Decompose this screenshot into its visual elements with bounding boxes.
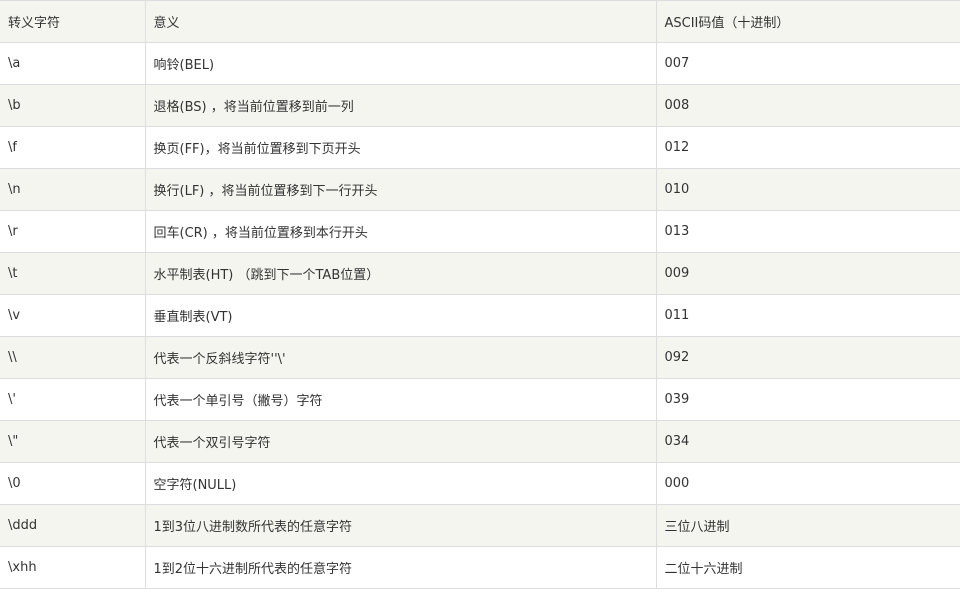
table-row: \' 代表一个单引号（撇号）字符 039 — [0, 378, 960, 421]
cell-escape-char: \n — [0, 168, 146, 211]
cell-escape-char: \" — [0, 420, 146, 463]
cell-ascii-value: 008 — [655, 84, 960, 127]
cell-escape-char: \t — [0, 252, 146, 295]
cell-meaning: 代表一个双引号字符 — [144, 420, 657, 463]
cell-meaning: 退格(BS) ，将当前位置移到前一列 — [144, 84, 657, 127]
cell-ascii-value: 三位八进制 — [655, 504, 960, 547]
table-row: \ddd 1到3位八进制数所代表的任意字符 三位八进制 — [0, 504, 960, 547]
cell-meaning: 代表一个反斜线字符''\' — [144, 336, 657, 379]
cell-ascii-value: 000 — [655, 462, 960, 505]
table-row: \r 回车(CR) ，将当前位置移到本行开头 013 — [0, 210, 960, 253]
cell-escape-char: \v — [0, 294, 146, 337]
table-header: 转义字符 意义 ASCII码值（十进制） — [0, 0, 960, 43]
table-row: \xhh 1到2位十六进制所代表的任意字符 二位十六进制 — [0, 546, 960, 589]
cell-meaning: 回车(CR) ，将当前位置移到本行开头 — [144, 210, 657, 253]
cell-meaning: 垂直制表(VT) — [144, 294, 657, 337]
table-row: \0 空字符(NULL) 000 — [0, 462, 960, 505]
table-row: \v 垂直制表(VT) 011 — [0, 294, 960, 337]
table-row: \t 水平制表(HT) （跳到下一个TAB位置） 009 — [0, 252, 960, 295]
cell-ascii-value: 二位十六进制 — [655, 546, 960, 589]
table-row: \a 响铃(BEL) 007 — [0, 42, 960, 85]
cell-escape-char: \ddd — [0, 504, 146, 547]
header-row: 转义字符 意义 ASCII码值（十进制） — [0, 0, 960, 43]
cell-meaning: 代表一个单引号（撇号）字符 — [144, 378, 657, 421]
cell-ascii-value: 010 — [655, 168, 960, 211]
table-row: \\ 代表一个反斜线字符''\' 092 — [0, 336, 960, 379]
cell-ascii-value: 007 — [655, 42, 960, 85]
cell-ascii-value: 012 — [655, 126, 960, 169]
table-row: \f 换页(FF)，将当前位置移到下页开头 012 — [0, 126, 960, 169]
cell-meaning: 响铃(BEL) — [144, 42, 657, 85]
cell-meaning: 换页(FF)，将当前位置移到下页开头 — [144, 126, 657, 169]
cell-escape-char: \a — [0, 42, 146, 85]
table-row: \" 代表一个双引号字符 034 — [0, 420, 960, 463]
cell-meaning: 1到2位十六进制所代表的任意字符 — [144, 546, 657, 589]
cell-escape-char: \0 — [0, 462, 146, 505]
table-row: \b 退格(BS) ，将当前位置移到前一列 008 — [0, 84, 960, 127]
cell-ascii-value: 013 — [655, 210, 960, 253]
cell-meaning: 空字符(NULL) — [144, 462, 657, 505]
cell-escape-char: \f — [0, 126, 146, 169]
cell-ascii-value: 092 — [655, 336, 960, 379]
header-ascii-value: ASCII码值（十进制） — [655, 0, 960, 43]
cell-meaning: 换行(LF) ，将当前位置移到下一行开头 — [144, 168, 657, 211]
header-escape-char: 转义字符 — [0, 0, 146, 43]
cell-escape-char: \b — [0, 84, 146, 127]
cell-meaning: 1到3位八进制数所代表的任意字符 — [144, 504, 657, 547]
cell-ascii-value: 011 — [655, 294, 960, 337]
table-row: \n 换行(LF) ，将当前位置移到下一行开头 010 — [0, 168, 960, 211]
cell-escape-char: \\ — [0, 336, 146, 379]
table-body: \a 响铃(BEL) 007 \b 退格(BS) ，将当前位置移到前一列 008… — [0, 42, 960, 589]
header-meaning: 意义 — [144, 0, 657, 43]
cell-ascii-value: 009 — [655, 252, 960, 295]
escape-character-table: 转义字符 意义 ASCII码值（十进制） \a 响铃(BEL) 007 \b 退… — [0, 0, 960, 589]
cell-ascii-value: 039 — [655, 378, 960, 421]
cell-ascii-value: 034 — [655, 420, 960, 463]
cell-escape-char: \' — [0, 378, 146, 421]
cell-escape-char: \r — [0, 210, 146, 253]
cell-meaning: 水平制表(HT) （跳到下一个TAB位置） — [144, 252, 657, 295]
cell-escape-char: \xhh — [0, 546, 146, 589]
